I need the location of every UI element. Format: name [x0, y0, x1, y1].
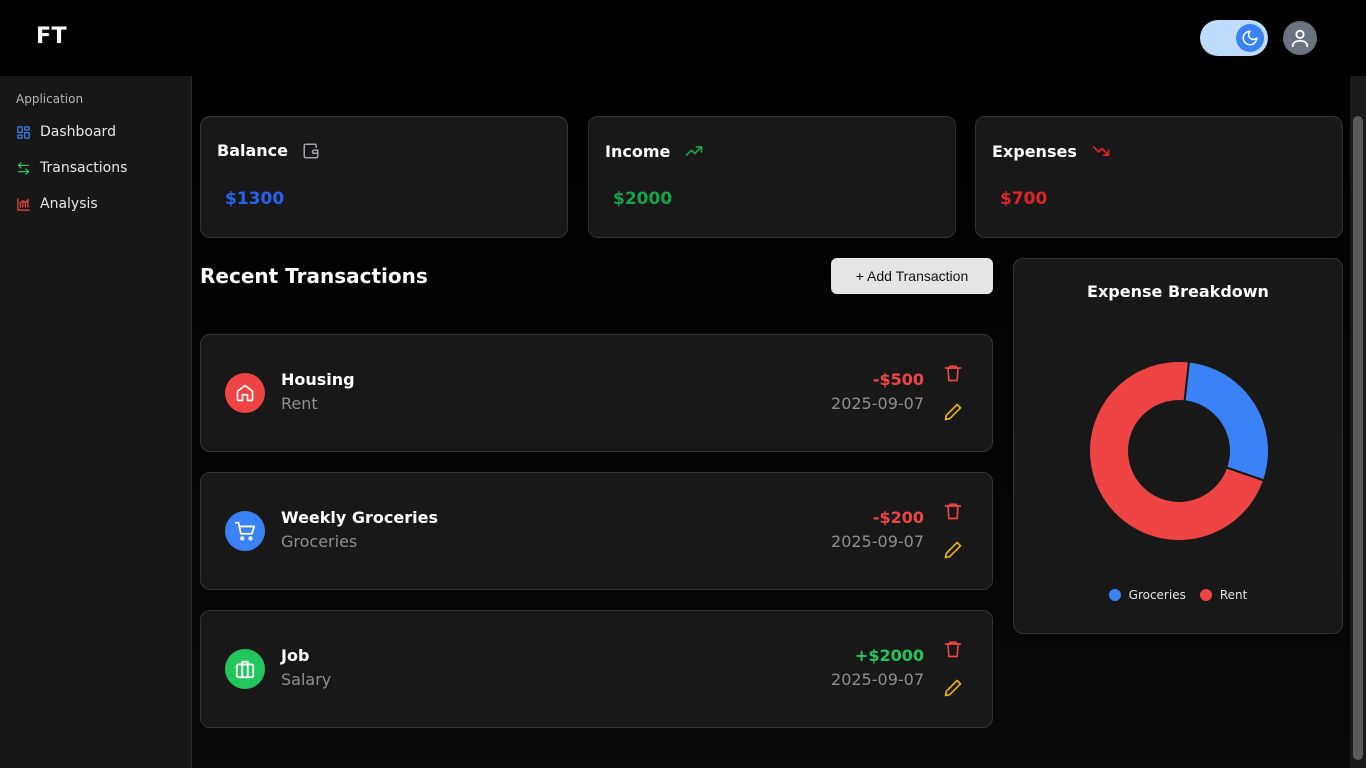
transaction-icon-badge — [225, 373, 265, 413]
page-scrollbar[interactable] — [1350, 76, 1366, 768]
user-avatar[interactable] — [1283, 21, 1317, 55]
briefcase-icon — [235, 660, 255, 679]
sidebar: Application Dashboard Transactions Analy… — [0, 76, 192, 768]
balance-value: $1300 — [225, 189, 285, 209]
delete-transaction-button[interactable] — [942, 638, 964, 660]
legend-label: Rent — [1219, 588, 1248, 602]
chart-legend: Groceries Rent — [1014, 588, 1342, 602]
transaction-icon-badge — [225, 511, 265, 551]
wallet-icon — [303, 143, 319, 158]
transaction-icon-badge — [225, 649, 265, 689]
delete-transaction-button[interactable] — [942, 500, 964, 522]
shopping-cart-icon — [234, 521, 256, 541]
pencil-icon — [944, 679, 962, 697]
recent-transactions-title: Recent Transactions — [200, 264, 428, 288]
expense-donut-chart — [1088, 360, 1270, 542]
balance-title: Balance — [217, 141, 320, 160]
moon-icon — [1242, 30, 1258, 46]
income-title: Income — [605, 141, 704, 161]
transaction-title: Weekly Groceries — [281, 508, 439, 527]
transaction-date: 2025-09-07 — [831, 394, 924, 413]
income-card: Income $2000 — [588, 116, 956, 238]
edit-transaction-button[interactable] — [942, 401, 964, 423]
add-transaction-button[interactable]: + Add Transaction — [831, 258, 993, 294]
top-bar: FT — [0, 0, 1366, 76]
expenses-label: Expenses — [992, 141, 1077, 161]
transaction-amount: +$2000 — [854, 646, 924, 665]
legend-label: Groceries — [1128, 588, 1186, 602]
trash-icon — [944, 641, 962, 658]
pencil-icon — [944, 541, 962, 559]
legend-swatch — [1108, 589, 1121, 601]
expense-breakdown-card: Expense Breakdown Groceries Rent — [1013, 258, 1343, 634]
transaction-date: 2025-09-07 — [831, 670, 924, 689]
balance-label: Balance — [217, 141, 288, 160]
chart-title: Expense Breakdown — [1087, 282, 1269, 301]
delete-transaction-button[interactable] — [942, 362, 964, 384]
legend-item-rent[interactable]: Rent — [1199, 588, 1248, 602]
home-icon — [236, 384, 254, 402]
pencil-icon — [944, 403, 962, 421]
transaction-category: Groceries — [281, 532, 358, 551]
sidebar-item-label: Dashboard — [40, 124, 116, 140]
donut-slice-groceries[interactable] — [1183, 360, 1270, 482]
transaction-card: Weekly Groceries Groceries -$200 2025-09… — [200, 472, 993, 590]
edit-transaction-button[interactable] — [942, 539, 964, 561]
chart-line-icon — [17, 197, 30, 211]
sidebar-section-label: Application — [16, 92, 84, 106]
user-icon — [1291, 29, 1309, 48]
trash-icon — [944, 365, 962, 382]
dashboard-grid-icon — [17, 125, 30, 139]
transaction-amount: -$500 — [872, 370, 924, 389]
sidebar-item-transactions[interactable]: Transactions — [16, 156, 127, 180]
transaction-category: Rent — [281, 394, 318, 413]
app-logo[interactable]: FT — [36, 24, 67, 49]
income-label: Income — [605, 141, 671, 161]
transaction-title: Job — [281, 646, 310, 665]
expenses-title: Expenses — [992, 141, 1111, 161]
trending-down-icon — [1092, 146, 1110, 156]
sidebar-item-label: Transactions — [40, 160, 128, 176]
sidebar-item-label: Analysis — [40, 196, 98, 212]
arrows-left-right-icon — [17, 161, 30, 175]
expenses-value: $700 — [1000, 189, 1048, 209]
legend-item-groceries[interactable]: Groceries — [1108, 588, 1186, 602]
transaction-amount: -$200 — [872, 508, 924, 527]
transaction-date: 2025-09-07 — [831, 532, 924, 551]
transaction-card: Job Salary +$2000 2025-09-07 — [200, 610, 993, 728]
edit-transaction-button[interactable] — [942, 677, 964, 699]
sidebar-item-dashboard[interactable]: Dashboard — [16, 120, 116, 144]
theme-toggle[interactable] — [1200, 20, 1268, 56]
expenses-card: Expenses $700 — [975, 116, 1343, 238]
transaction-card: Housing Rent -$500 2025-09-07 — [200, 334, 993, 452]
balance-card: Balance $1300 — [200, 116, 568, 238]
theme-toggle-knob — [1236, 24, 1264, 52]
trash-icon — [944, 503, 962, 520]
sidebar-item-analysis[interactable]: Analysis — [16, 192, 98, 216]
scrollbar-thumb[interactable] — [1353, 116, 1363, 760]
trending-up-icon — [686, 146, 703, 156]
legend-swatch — [1199, 589, 1212, 601]
transaction-category: Salary — [281, 670, 332, 689]
transaction-title: Housing — [281, 370, 355, 389]
income-value: $2000 — [613, 189, 673, 209]
